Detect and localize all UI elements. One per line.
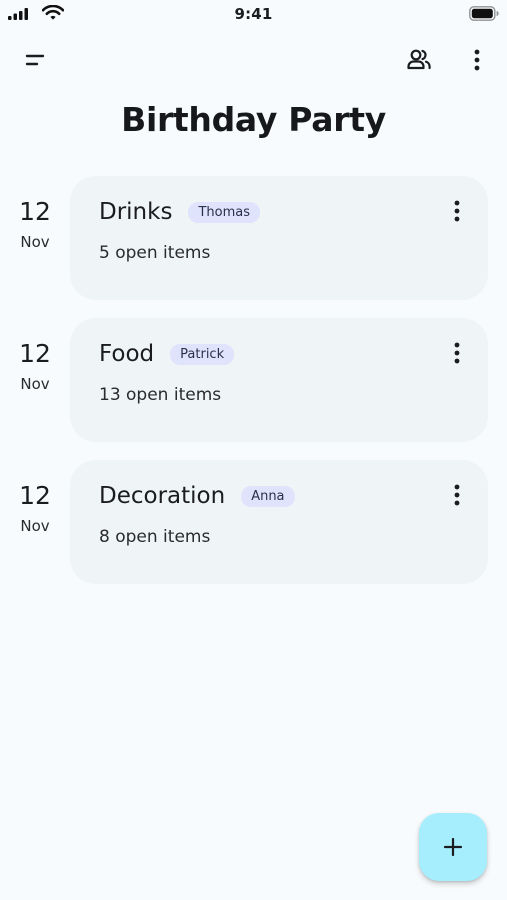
card-more-button[interactable]	[442, 480, 472, 510]
menu-icon	[25, 54, 45, 66]
card-more-button[interactable]	[442, 196, 472, 226]
list-card[interactable]: Food Patrick 13 open items	[70, 318, 488, 442]
card-title: Food	[99, 341, 155, 367]
top-app-bar	[0, 40, 507, 82]
date-month: Nov	[20, 375, 50, 393]
card-more-button[interactable]	[442, 338, 472, 368]
more-vertical-icon	[474, 49, 480, 71]
more-vertical-icon	[454, 342, 460, 364]
more-options-button[interactable]	[457, 40, 497, 80]
card-header: Drinks Thomas	[99, 198, 260, 226]
status-bar: 9:41	[0, 0, 507, 30]
battery-icon	[469, 6, 499, 21]
assignee-badge: Thomas	[188, 201, 260, 223]
more-vertical-icon	[454, 200, 460, 222]
card-title: Decoration	[99, 483, 226, 509]
people-button[interactable]	[399, 40, 439, 80]
assignee-badge: Anna	[241, 485, 295, 507]
menu-button[interactable]	[15, 40, 55, 80]
date-day: 12	[19, 339, 51, 368]
list-card[interactable]: Drinks Thomas 5 open items	[70, 176, 488, 300]
list-item: 12 Nov Drinks Thomas 5 open items	[0, 176, 507, 300]
status-time: 9:41	[234, 5, 273, 23]
date-day: 12	[19, 481, 51, 510]
plus-icon	[443, 837, 463, 857]
more-vertical-icon	[454, 484, 460, 506]
list-card[interactable]: Decoration Anna 8 open items	[70, 460, 488, 584]
people-icon	[407, 49, 431, 70]
assignee-badge: Patrick	[170, 343, 235, 365]
card-header: Food Patrick	[99, 340, 235, 368]
list-item: 12 Nov Food Patrick 13 open items	[0, 318, 507, 442]
open-items-count: 13 open items	[99, 385, 222, 405]
card-header: Decoration Anna	[99, 482, 295, 510]
page-title: Birthday Party	[121, 100, 386, 139]
date-month: Nov	[20, 517, 50, 535]
list-item: 12 Nov Decoration Anna 8 open items	[0, 460, 507, 584]
open-items-count: 8 open items	[99, 527, 211, 547]
date-month: Nov	[20, 233, 50, 251]
date-day: 12	[19, 197, 51, 226]
add-list-button[interactable]	[419, 813, 487, 881]
open-items-count: 5 open items	[99, 243, 211, 263]
card-title: Drinks	[99, 199, 173, 225]
